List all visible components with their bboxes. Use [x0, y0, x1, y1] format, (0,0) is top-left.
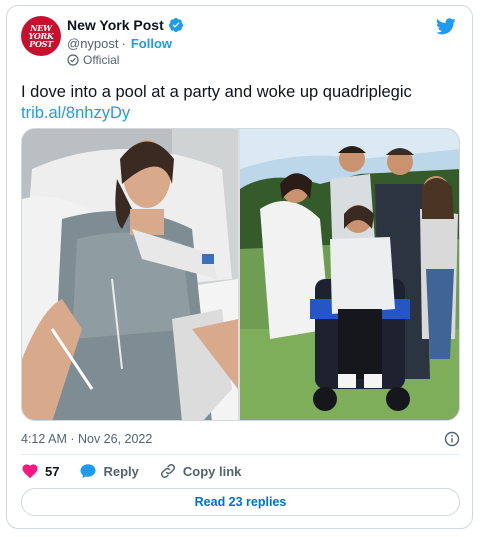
avatar-word-3: POST: [29, 39, 53, 49]
like-count: 57: [45, 463, 60, 479]
tweet-media[interactable]: [21, 128, 460, 421]
read-replies-label: Read 23 replies: [194, 495, 287, 509]
link-icon: [160, 463, 175, 479]
heart-icon: [22, 464, 38, 479]
tweet-body: I dove into a pool at a party and woke u…: [21, 83, 412, 101]
handle-row: @nypost · Follow: [67, 36, 172, 51]
avatar-logo-text: NEW YORK POST: [21, 16, 61, 56]
reply-button[interactable]: Reply: [79, 462, 139, 480]
follow-button[interactable]: Follow: [131, 36, 172, 51]
info-icon[interactable]: [444, 431, 460, 447]
timestamp-row: 4:12 AM · Nov 26, 2022: [21, 431, 460, 447]
tweet-card: NEW YORK POST New York Post @nypost · Fo…: [6, 5, 473, 529]
copy-link-button[interactable]: Copy link: [159, 462, 242, 480]
author-handle[interactable]: @nypost: [67, 36, 119, 51]
tweet-timestamp[interactable]: 4:12 AM · Nov 26, 2022: [21, 432, 152, 446]
author-name[interactable]: New York Post: [67, 17, 164, 33]
group-photo[interactable]: [240, 129, 460, 421]
official-badge-icon: [67, 54, 79, 66]
verified-icon: [168, 18, 183, 32]
divider: [21, 454, 460, 455]
separator-dot: ·: [121, 36, 126, 51]
copy-link-label: Copy link: [182, 463, 242, 479]
action-bar: 57 Reply Copy link: [21, 461, 261, 481]
tweet-text-block: I dove into a pool at a party and woke u…: [21, 82, 461, 124]
author-row: New York Post: [67, 17, 184, 33]
official-label-row: Official: [67, 53, 119, 67]
reply-label: Reply: [103, 463, 139, 479]
tweet-link[interactable]: trib.al/8nhzyDy: [21, 103, 461, 124]
reply-bubble-icon: [80, 464, 96, 479]
official-label: Official: [83, 53, 120, 67]
twitter-bird-icon[interactable]: [436, 18, 456, 35]
like-button[interactable]: 57: [21, 462, 59, 480]
hospital-photo[interactable]: [22, 129, 238, 421]
read-replies-button[interactable]: Read 23 replies: [21, 488, 460, 516]
avatar[interactable]: NEW YORK POST: [21, 16, 61, 56]
